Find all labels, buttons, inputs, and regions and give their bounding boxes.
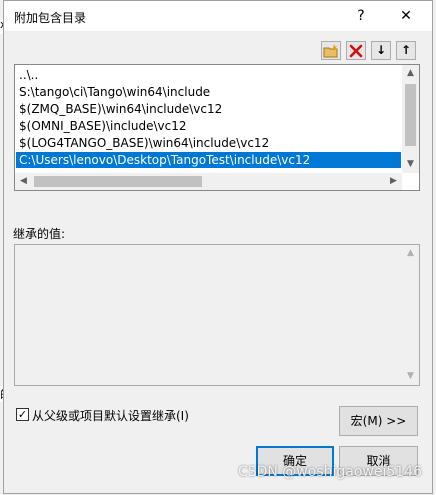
list-horizontal-scrollbar[interactable]: ◀ ▶	[15, 173, 402, 190]
horizontal-scroll-thumb[interactable]	[34, 176, 202, 187]
inherited-vertical-scrollbar[interactable]: ▲ ▼	[402, 245, 419, 385]
inherited-values-label: 继承的值:	[13, 227, 66, 241]
csdn-watermark: CSDN @woshigaowei5146	[237, 464, 422, 480]
help-button[interactable]: ?	[346, 5, 376, 27]
include-dir-list[interactable]: ..\.. S:\tango\ci\Tango\win64\include $(…	[14, 64, 420, 191]
list-item[interactable]: S:\tango\ci\Tango\win64\include	[19, 84, 210, 100]
list-item[interactable]: $(OMNI_BASE)\include\vc12	[19, 118, 186, 134]
additional-include-dirs-dialog: 附加包含目录 ? ✕ ↓ ↑ ..\.. S:\tango\ci\Tango\w…	[3, 0, 433, 494]
list-item-selected[interactable]: C:\Users\lenovo\Desktop\TangoTest\includ…	[16, 152, 401, 168]
macro-button[interactable]: 宏(M) >>	[339, 406, 418, 436]
scroll-down-arrow-icon[interactable]: ▼	[402, 156, 419, 173]
new-line-button[interactable]	[321, 41, 341, 60]
scroll-up-arrow-icon[interactable]: ▲	[402, 245, 419, 262]
list-item[interactable]: ..\..	[19, 67, 38, 83]
scroll-up-arrow-icon[interactable]: ▲	[402, 65, 419, 82]
move-down-button[interactable]: ↓	[371, 41, 391, 60]
delete-icon	[349, 44, 363, 58]
scroll-down-arrow-icon[interactable]: ▼	[402, 368, 419, 385]
move-up-button[interactable]: ↑	[396, 41, 416, 60]
dialog-title: 附加包含目录	[14, 11, 87, 25]
folder-new-icon	[323, 44, 338, 58]
inherited-values-box: ▲ ▼	[14, 244, 420, 386]
list-item[interactable]: $(ZMQ_BASE)\win64\include\vc12	[19, 101, 222, 117]
vertical-scroll-thumb[interactable]	[405, 84, 416, 146]
delete-button[interactable]	[346, 41, 366, 60]
list-vertical-scrollbar[interactable]: ▲ ▼	[402, 65, 419, 173]
inherit-checkbox-label[interactable]: 从父级或项目默认设置继承(I)	[32, 407, 189, 424]
inherit-checkbox[interactable]: ✓	[16, 408, 29, 421]
list-item[interactable]: $(LOG4TANGO_BASE)\win64\include\vc12	[19, 135, 269, 151]
scroll-right-arrow-icon[interactable]: ▶	[385, 173, 402, 190]
close-button[interactable]: ✕	[391, 5, 421, 27]
title-bar: 附加包含目录 ? ✕	[4, 1, 432, 31]
scroll-left-arrow-icon[interactable]: ◀	[15, 173, 32, 190]
